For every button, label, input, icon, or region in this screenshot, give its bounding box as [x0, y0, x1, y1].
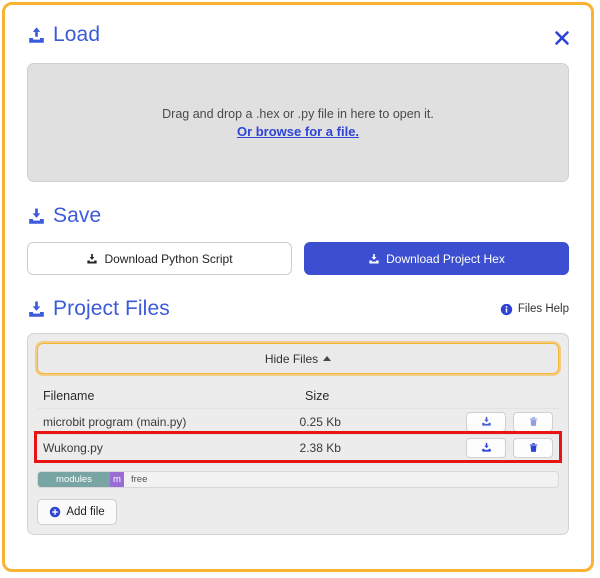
- dialog-body: Load Drag and drop a .hex or .py file in…: [5, 5, 591, 569]
- trash-icon: [529, 443, 537, 452]
- save-heading: Save: [27, 204, 569, 228]
- close-button[interactable]: [551, 27, 573, 49]
- download-icon: [86, 253, 98, 265]
- hide-files-label: Hide Files: [264, 351, 319, 366]
- project-files-header-row: Project Files Files Help: [27, 297, 569, 321]
- download-icon: [481, 416, 491, 426]
- project-files-title: Project Files: [53, 297, 170, 320]
- table-row[interactable]: Wukong.py 2.38 Kb: [34, 431, 562, 463]
- info-icon: [500, 303, 513, 316]
- download-icon: [27, 207, 46, 226]
- file-size: 2.38 Kb: [299, 440, 341, 455]
- files-help-label: Files Help: [517, 303, 569, 315]
- file-dropzone[interactable]: Drag and drop a .hex or .py file in here…: [27, 63, 569, 182]
- download-file-button[interactable]: [466, 437, 506, 458]
- add-file-button[interactable]: Add file: [37, 499, 117, 525]
- save-button-row: Download Python Script Download Project …: [27, 242, 569, 275]
- files-table-header: Filename Size: [37, 384, 559, 408]
- files-panel: Hide Files Filename Size microbit progra…: [27, 333, 569, 535]
- browse-file-link[interactable]: Or browse for a file.: [237, 124, 359, 139]
- download-project-hex-label: Download Project Hex: [386, 251, 505, 266]
- delete-file-button[interactable]: [513, 411, 553, 432]
- chevron-up-icon: [323, 356, 332, 361]
- row-actions: [466, 437, 553, 458]
- row-actions: [466, 411, 553, 432]
- table-row[interactable]: microbit program (main.py) 0.25 Kb: [37, 408, 559, 434]
- download-icon: [368, 253, 380, 265]
- file-name: microbit program (main.py): [43, 414, 187, 429]
- file-size: 0.25 Kb: [299, 414, 341, 429]
- download-file-button[interactable]: [466, 411, 506, 432]
- project-files-heading: Project Files: [27, 297, 170, 321]
- column-header-filename: Filename: [43, 389, 95, 403]
- storage-usage-bar: modules m free: [37, 471, 559, 488]
- add-file-label: Add file: [66, 506, 105, 518]
- trash-icon: [529, 417, 537, 426]
- load-title: Load: [53, 23, 101, 46]
- save-section: Save Download Python Script Download Pro…: [27, 204, 569, 275]
- load-save-dialog: Load Drag and drop a .hex or .py file in…: [2, 2, 594, 572]
- download-icon: [481, 442, 491, 452]
- hide-files-toggle[interactable]: Hide Files: [37, 343, 559, 374]
- delete-file-button[interactable]: [513, 437, 553, 458]
- file-name: Wukong.py: [43, 440, 103, 455]
- project-files-section: Project Files Files Help Hide Files File…: [27, 297, 569, 535]
- storage-segment-modules: modules: [38, 472, 110, 487]
- column-header-size: Size: [305, 389, 330, 403]
- download-project-hex-button[interactable]: Download Project Hex: [304, 242, 569, 275]
- load-heading: Load: [27, 23, 569, 47]
- save-title: Save: [53, 204, 102, 227]
- close-icon: [555, 31, 569, 45]
- upload-icon: [27, 26, 46, 45]
- plus-circle-icon: [49, 506, 61, 518]
- download-python-script-button[interactable]: Download Python Script: [27, 242, 292, 275]
- storage-segment-free: free: [131, 474, 148, 485]
- files-help-link[interactable]: Files Help: [500, 303, 569, 316]
- download-python-script-label: Download Python Script: [104, 251, 233, 266]
- download-icon: [27, 300, 46, 319]
- storage-segment-main: m: [110, 472, 124, 487]
- files-table: Filename Size microbit program (main.py)…: [34, 384, 562, 463]
- dropzone-instructions: Drag and drop a .hex or .py file in here…: [162, 106, 434, 121]
